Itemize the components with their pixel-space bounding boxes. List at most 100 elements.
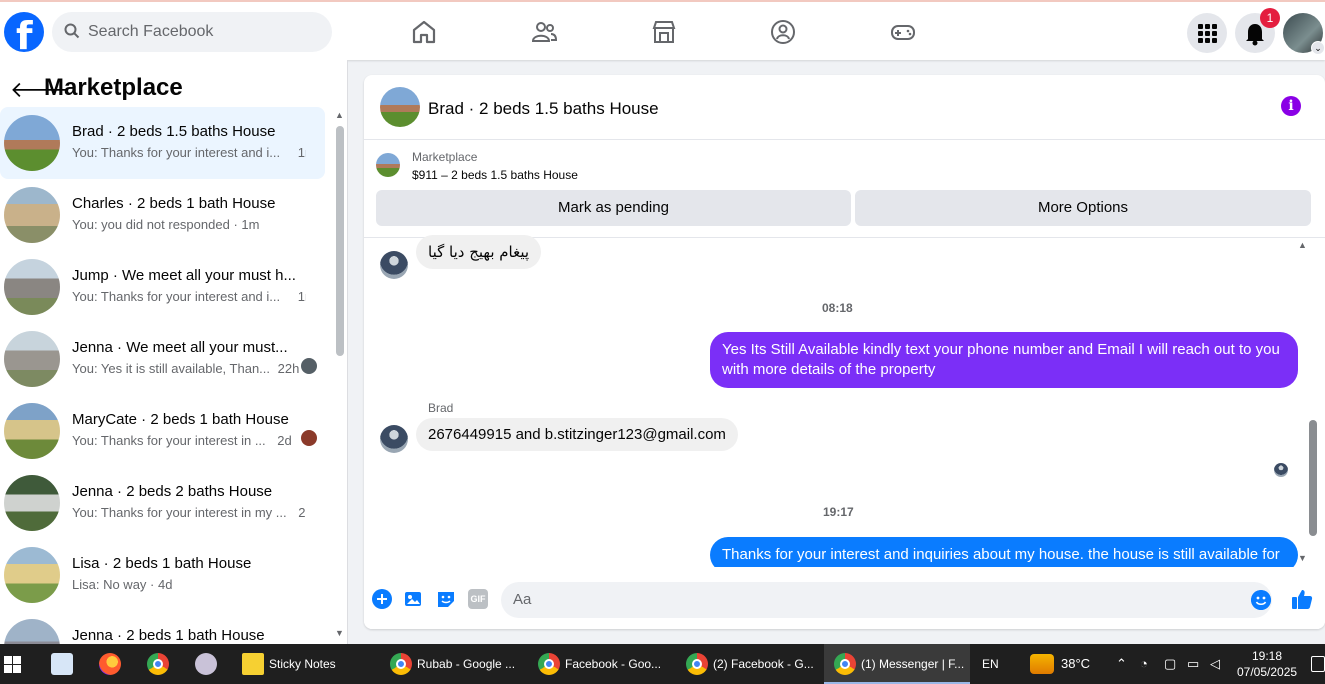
conversation-preview: You: Yes it is still available, Than... … [72,361,300,376]
conversation-item[interactable]: MaryCate · 2 beds 1 bath House You: Than… [0,395,325,467]
chrome-icon[interactable] [147,653,169,675]
menu-button[interactable] [1187,13,1227,53]
sticky-notes-icon [242,653,264,675]
conversation-title: MaryCate · 2 beds 1 bath House [72,411,289,428]
info-icon[interactable]: i [1281,96,1301,116]
notification-badge: 1 [1260,8,1280,28]
scrollbar-thumb[interactable] [336,126,344,356]
paint-app-icon[interactable] [195,653,217,675]
chat-title[interactable]: Brad · 2 beds 1.5 baths House [428,99,659,119]
sender-avatar[interactable] [380,425,408,453]
message-clip: Thanks for your interest and inquiries a… [710,537,1298,567]
seen-avatar [301,358,317,374]
temperature[interactable]: 38°C [1061,644,1090,684]
outgoing-message: Thanks for your interest and inquiries a… [710,537,1298,567]
conversation-item[interactable]: Brad · 2 beds 1.5 baths House You: Thank… [0,107,325,179]
home-icon[interactable] [410,18,438,46]
emoji-icon[interactable] [1251,590,1271,610]
taskbar-item-messenger[interactable]: (1) Messenger | F... [824,644,970,684]
conversation-item[interactable]: Lisa · 2 beds 1 bath House Lisa: No way … [0,539,325,611]
listing-price[interactable]: $911 – 2 beds 1.5 baths House [412,168,578,182]
conversation-title: Jump · We meet all your must h... [72,267,296,284]
conversation-title: Jenna · 2 beds 2 baths House [72,483,273,500]
conversation-preview: You: you did not responded · 1m [72,217,260,232]
volume-icon[interactable]: ◁ [1210,644,1220,684]
taskbar-item-chrome[interactable]: Facebook - Goo... [536,644,676,684]
chrome-icon [686,653,708,675]
gaming-icon[interactable] [889,18,917,46]
sender-avatar[interactable] [380,251,408,279]
house-thumbnail [4,115,60,171]
conversation-preview: You: Thanks for your interest and i... 1… [72,145,306,160]
language-indicator[interactable]: EN [982,644,999,684]
photo-icon[interactable] [404,589,424,609]
chevron-down-icon: ⌄ [1311,41,1325,55]
timestamp: 19:17 [823,505,854,519]
groups-icon[interactable] [769,18,797,46]
conversation-item[interactable]: Jump · We meet all your must h... You: T… [0,251,325,323]
conversation-item[interactable]: Charles · 2 beds 1 bath House You: you d… [0,179,325,251]
sender-name: Brad [428,401,454,415]
taskbar-item-sticky-notes[interactable]: Sticky Notes [236,644,376,684]
windows-start-icon[interactable] [4,656,21,673]
mark-as-pending-button[interactable]: Mark as pending [376,190,851,226]
message-composer: GIF Aa [364,575,1325,629]
conversation-item[interactable]: Jenna · 2 beds 2 baths House You: Thanks… [0,467,325,539]
house-thumbnail [4,475,60,531]
conversation-title: Jenna · We meet all your must... [72,339,288,356]
grid-menu-icon [1198,24,1217,43]
conversation-preview: You: Thanks for your interest in ... 2d [72,433,292,448]
scroll-down-arrow-icon[interactable]: ▼ [1298,553,1307,563]
weather-icon[interactable] [1030,654,1054,674]
top-navigation-bar: f Search Facebook 1 ⌄ [0,0,1325,60]
incoming-message: پیغام بھیج دیا گیا [416,235,542,269]
chevron-up-icon[interactable]: ⌃ [1116,644,1127,684]
scrollbar-thumb[interactable] [1309,420,1317,536]
gif-icon[interactable]: GIF [468,589,488,609]
camera-icon[interactable]: ▢ [1164,644,1176,684]
network-icon[interactable]: ◔ [1140,644,1148,684]
conversation-preview: You: Thanks for your interest in my ... … [72,505,306,520]
message-input[interactable]: Aa [501,582,1272,618]
scroll-up-arrow-icon[interactable]: ▲ [335,110,344,120]
more-options-button[interactable]: More Options [855,190,1311,226]
plus-circle-icon[interactable] [372,589,392,609]
search-input[interactable]: Search Facebook [52,12,332,52]
house-thumbnail [4,619,60,645]
listing-thumbnail[interactable] [380,87,420,127]
sticker-icon[interactable] [436,589,456,609]
scroll-down-arrow-icon[interactable]: ▼ [335,628,344,638]
chrome-icon [390,653,412,675]
house-thumbnail [4,403,60,459]
conversation-preview: Lisa: No way · 4d [72,577,173,592]
thumbs-up-icon[interactable] [1290,587,1314,611]
conversation-title: Brad · 2 beds 1.5 baths House [72,123,276,140]
clock-time: 19:18 [1251,649,1283,663]
seen-avatar [301,430,317,446]
battery-icon[interactable]: ▭ [1187,644,1199,684]
house-thumbnail [4,547,60,603]
firefox-icon[interactable] [99,653,121,675]
search-placeholder: Search Facebook [88,23,214,40]
taskbar-item-chrome[interactable]: (2) Facebook - G... [684,644,824,684]
house-thumbnail [4,187,60,243]
scroll-up-arrow-icon[interactable]: ▲ [1298,240,1307,250]
conversation-title: Lisa · 2 beds 1 bath House [72,555,252,572]
conversation-title: Charles · 2 beds 1 bath House [72,195,276,212]
notepad-app-icon[interactable] [51,653,73,675]
facebook-logo-icon[interactable]: f [4,12,44,58]
chat-header: Brad · 2 beds 1.5 baths House i [364,75,1325,140]
incoming-message: 2676449915 and b.stitzinger123@gmail.com [416,418,738,451]
read-receipt-avatar [1274,463,1288,477]
windows-taskbar: Sticky Notes Rubab - Google ... Facebook… [0,644,1325,684]
panel-title: Marketplace [44,74,183,101]
marketplace-inbox-panel: 🡐 Marketplace Brad · 2 beds 1.5 baths Ho… [0,60,348,645]
friends-icon[interactable] [530,18,558,46]
marketplace-icon[interactable] [650,18,678,46]
conversation-item[interactable]: Jenna · 2 beds 1 bath House [0,611,325,645]
notification-center-icon[interactable] [1311,656,1325,672]
taskbar-item-chrome[interactable]: Rubab - Google ... [388,644,528,684]
system-clock[interactable]: 19:18 07/05/2025 [1237,648,1297,680]
profile-avatar[interactable]: ⌄ [1283,13,1325,55]
conversation-item[interactable]: Jenna · We meet all your must... You: Ye… [0,323,325,395]
